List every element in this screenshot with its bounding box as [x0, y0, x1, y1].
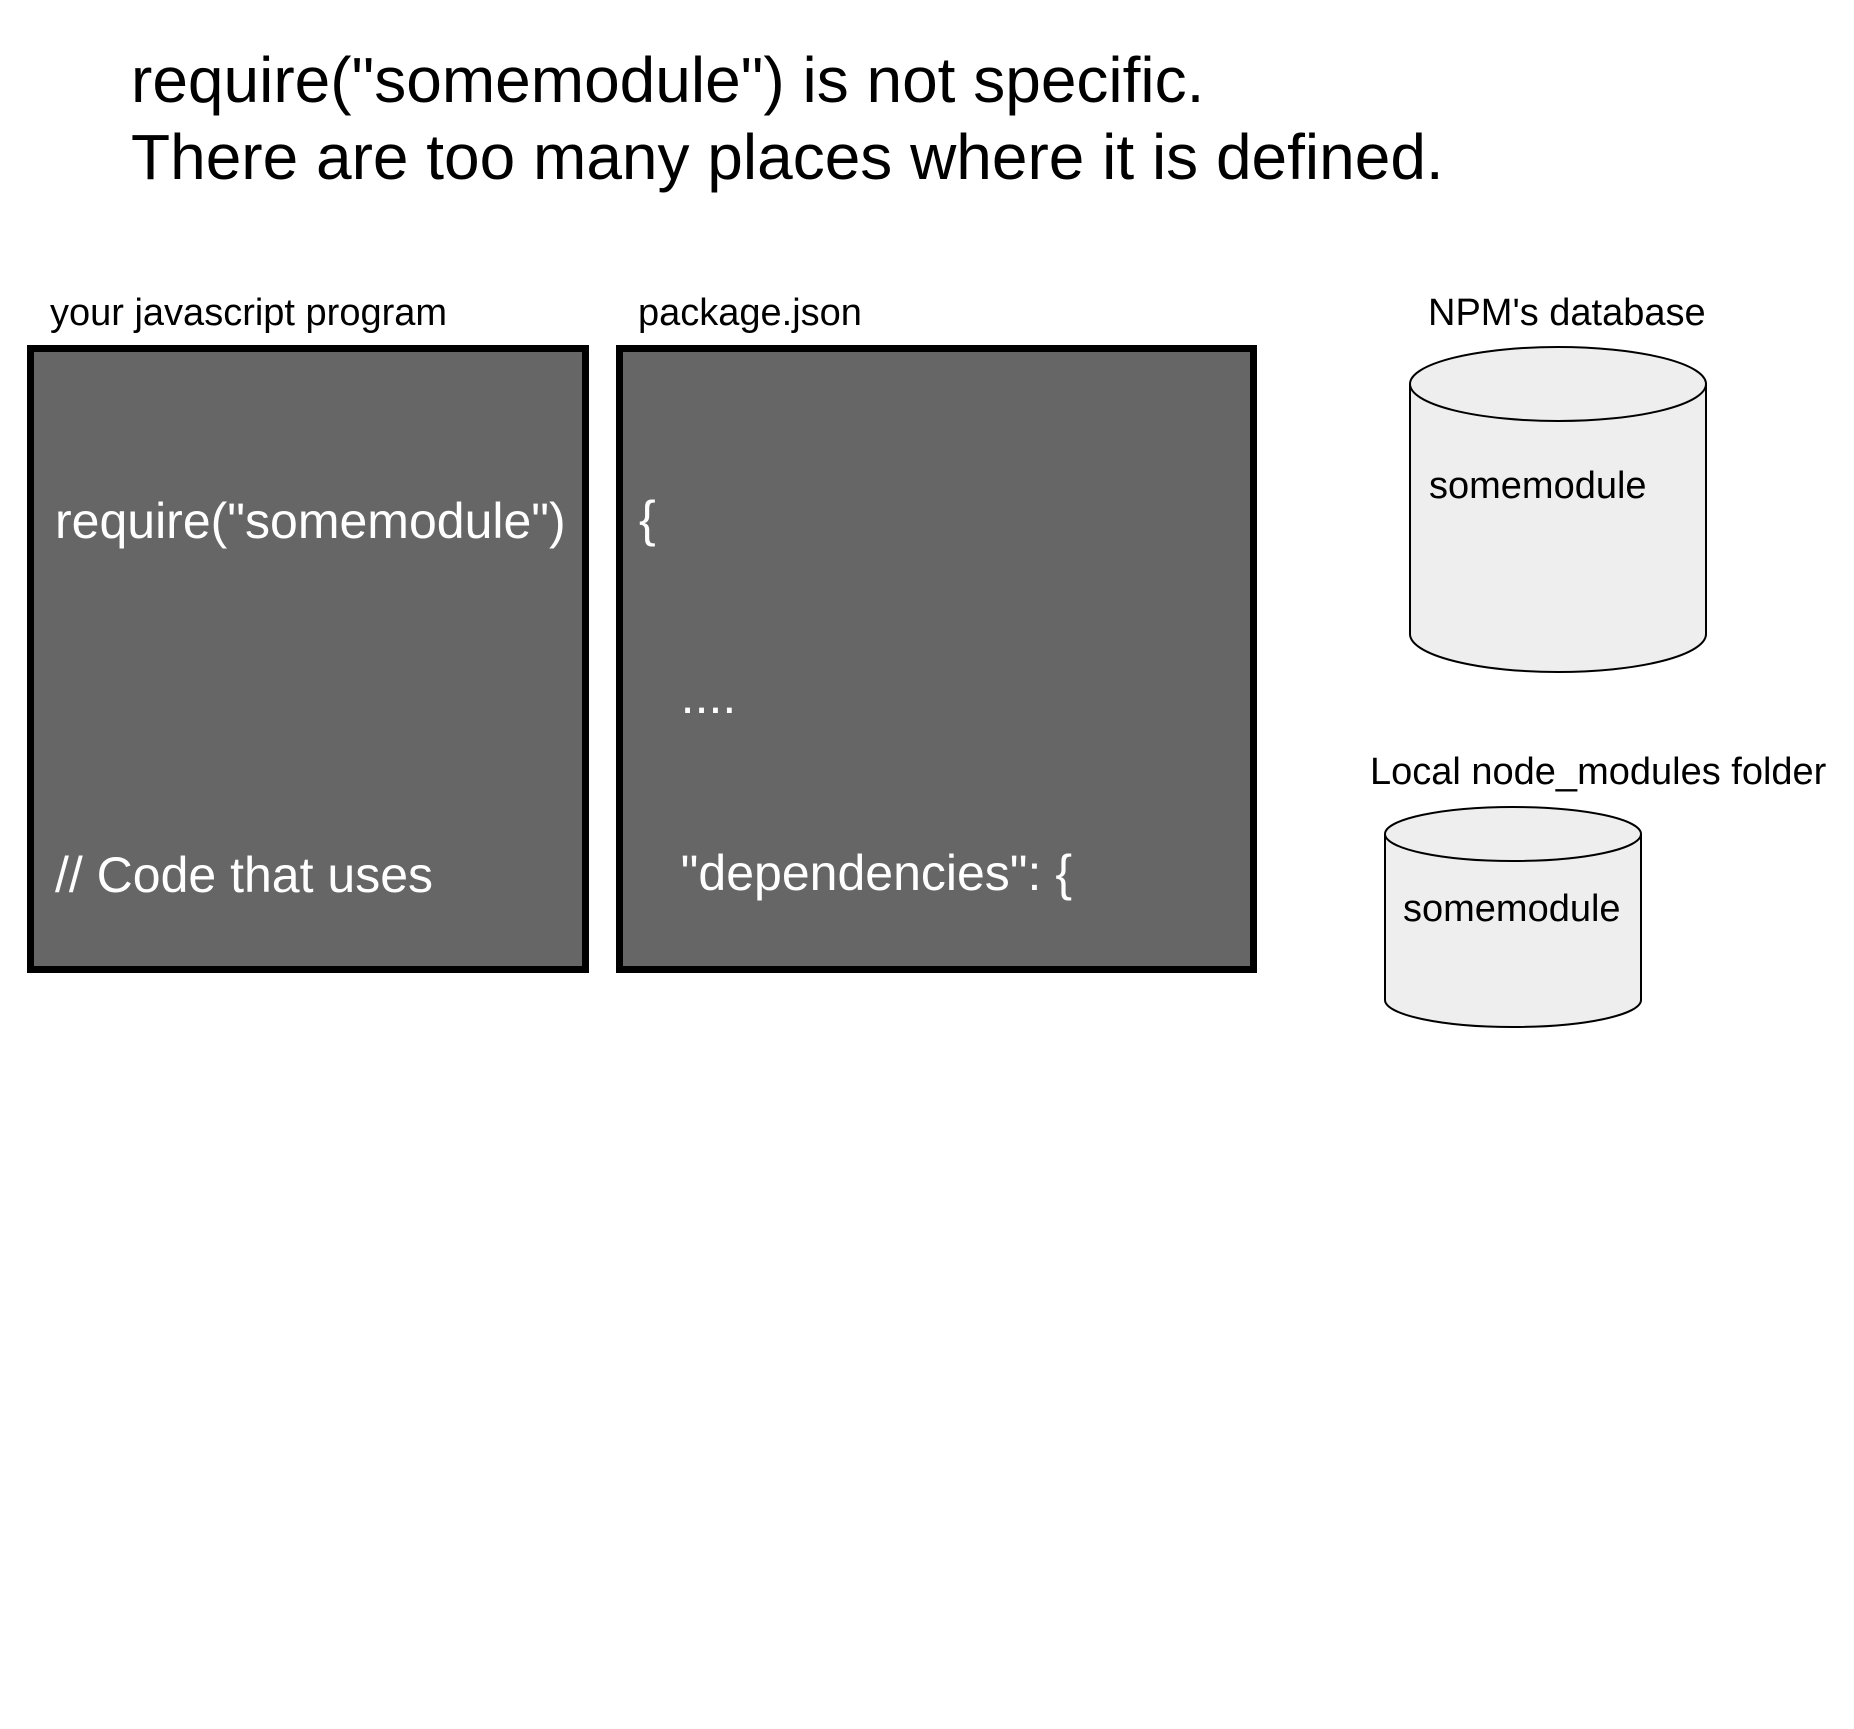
npm-db-content: somemodule	[1429, 465, 1647, 507]
package-line-6: ...	[639, 1376, 737, 1432]
program-line-1: require("somemodule")	[55, 493, 566, 549]
package-line-4: "somemodule": "^0.0.1"	[639, 1022, 1243, 1078]
npm-db-cylinder-icon	[1409, 346, 1707, 673]
npm-db-label: NPM's database	[1428, 292, 1706, 334]
slide-title: require("somemodule") is not specific. T…	[131, 42, 1444, 196]
title-line-1: require("somemodule") is not specific.	[131, 44, 1205, 116]
program-line-2	[55, 669, 566, 728]
package-code: { .... "dependencies": { "somemodule": "…	[639, 372, 1242, 1729]
package-panel: { .... "dependencies": { "somemodule": "…	[616, 345, 1257, 1609]
package-label: package.json	[638, 292, 862, 334]
program-line-4: // somemodule	[55, 1024, 383, 1080]
package-line-5: }	[639, 1199, 698, 1255]
package-line-1: {	[639, 491, 656, 547]
title-line-2: There are too many places where it is de…	[131, 121, 1444, 193]
package-line-2: ....	[639, 668, 737, 724]
program-label: your javascript program	[50, 292, 448, 334]
program-line-3: // Code that uses	[55, 847, 434, 903]
local-folder-content: somemodule	[1403, 888, 1621, 930]
program-code: require("somemodule") // Code that uses …	[55, 374, 566, 1200]
local-folder-label: Local node_modules folder	[1370, 751, 1827, 793]
program-panel: require("somemodule") // Code that uses …	[27, 345, 589, 1080]
package-line-3: "dependencies": {	[639, 845, 1073, 901]
package-line-7: }	[639, 1553, 656, 1609]
